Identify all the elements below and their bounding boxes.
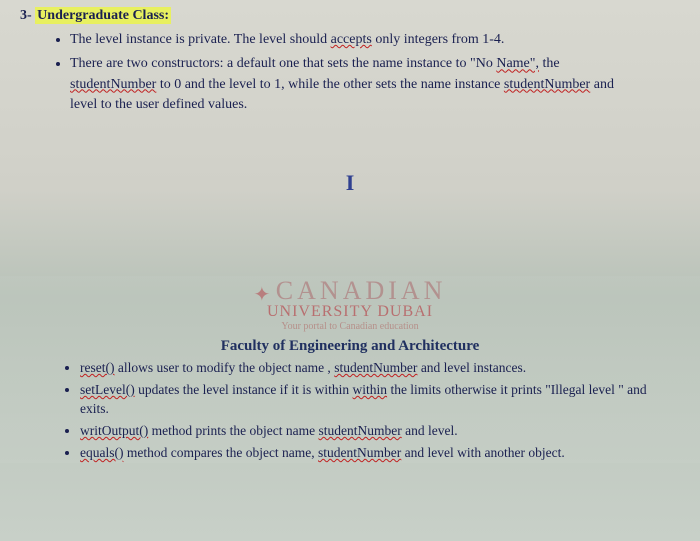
spelling-error: writOutput() — [80, 423, 148, 438]
page-gap — [0, 216, 700, 276]
list-item: reset() allows user to modify the object… — [80, 359, 660, 378]
spelling-error: reset() — [80, 360, 114, 375]
method-list: reset() allows user to modify the object… — [50, 359, 680, 462]
list-item: writOutput() method prints the object na… — [80, 422, 660, 441]
faculty-heading: Faculty of Engineering and Architecture — [20, 338, 680, 355]
university-logo: ✦ CANADIAN UNIVERSITY DUBAI Your portal … — [20, 276, 680, 332]
text: updates the level instance if it is with… — [135, 382, 353, 397]
text: method prints the object name — [148, 423, 318, 438]
spelling-error: studentNumber — [504, 77, 590, 92]
text: only integers from 1-4. — [372, 32, 505, 47]
logo-tagline: Your portal to Canadian education — [20, 321, 680, 332]
heading-prefix: 3- — [20, 8, 32, 23]
spelling-error: Name", — [496, 56, 539, 71]
list-item: equals() method compares the object name… — [80, 444, 660, 463]
text: the — [539, 56, 560, 71]
list-item: setLevel() updates the level instance if… — [80, 381, 660, 419]
logo-line1: CANADIAN — [276, 276, 447, 305]
text: to 0 and the level to 1, while the other… — [156, 77, 504, 92]
text: There are two constructors: a default on… — [70, 56, 496, 71]
section-heading: Undergraduate Class: — [35, 7, 171, 24]
logo-line2: UNIVERSITY DUBAI — [20, 303, 680, 321]
top-section: 3- Undergraduate Class: The level instan… — [0, 0, 700, 216]
text: method compares the object name, — [123, 445, 318, 460]
list-item: There are two constructors: a default on… — [70, 54, 640, 115]
spelling-error: accepts — [331, 32, 372, 47]
bottom-section: ✦ CANADIAN UNIVERSITY DUBAI Your portal … — [0, 276, 700, 462]
text: The level instance is private. The level… — [70, 32, 331, 47]
text: and level with another object. — [401, 445, 564, 460]
list-item: The level instance is private. The level… — [70, 30, 640, 50]
text: allows user to modify the object name , — [114, 360, 334, 375]
bullet-list-top: The level instance is private. The level… — [40, 30, 680, 115]
spelling-error: studentNumber — [318, 445, 401, 460]
text: and level instances. — [417, 360, 526, 375]
spelling-error: studentNumber — [334, 360, 417, 375]
spelling-error: within — [353, 382, 388, 397]
spelling-error: studentNumber — [318, 423, 401, 438]
text: and level. — [402, 423, 458, 438]
spelling-error: studentNumber — [70, 77, 156, 92]
spelling-error: equals() — [80, 445, 123, 460]
spelling-error: setLevel() — [80, 382, 135, 397]
text-cursor: I — [20, 170, 680, 196]
